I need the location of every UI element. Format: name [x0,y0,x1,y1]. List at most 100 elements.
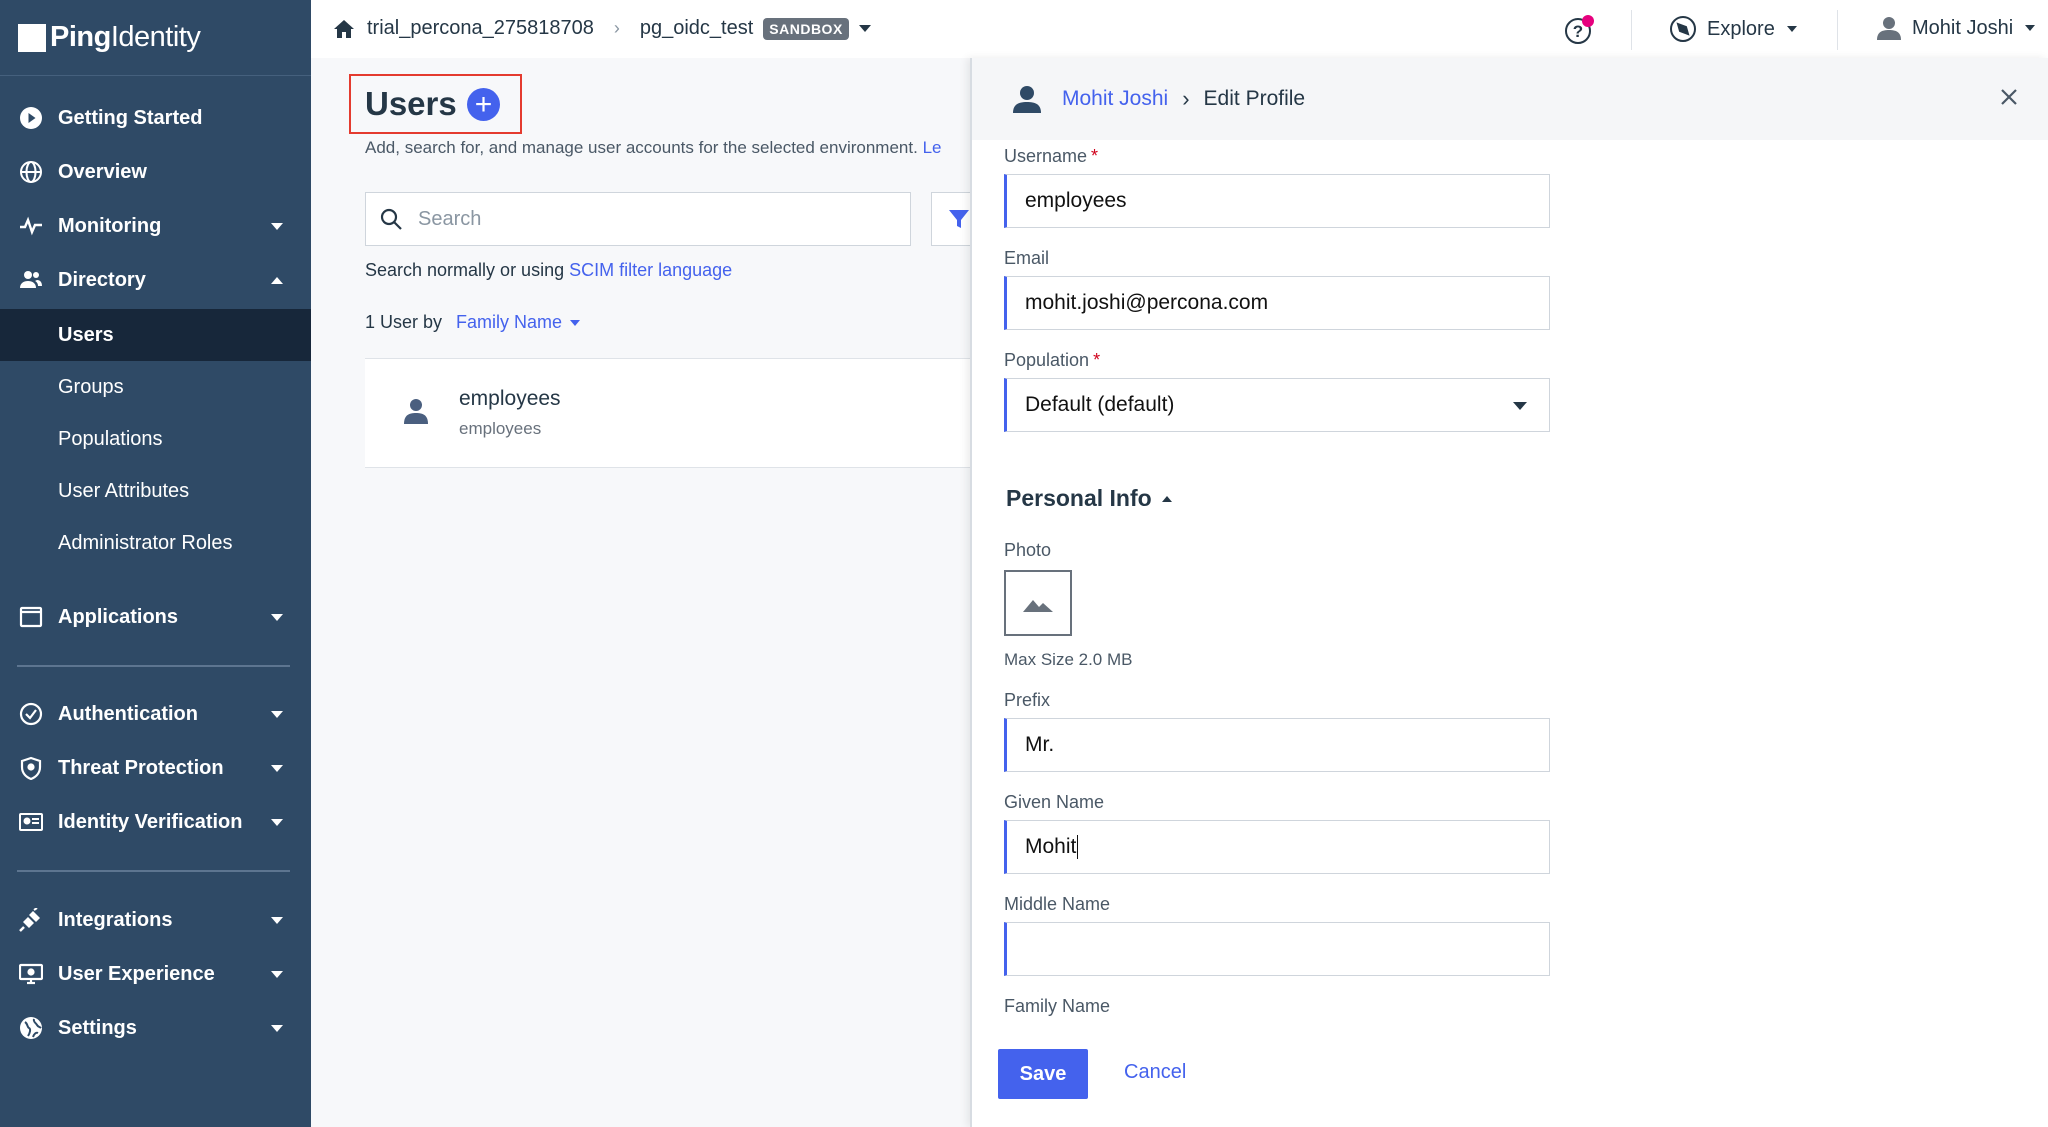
field-value: employees [1025,189,1127,212]
user-icon [1876,15,1902,41]
nav-user-experience[interactable]: User Experience [0,947,311,1001]
learn-more-link[interactable]: Le [923,138,942,157]
section-title: Personal Info [1006,485,1152,511]
chevron-down-icon[interactable] [858,25,871,32]
chevron-down-icon [271,917,283,924]
middle-name-field[interactable] [1004,922,1550,976]
nav-users[interactable]: Users [0,309,311,361]
nav-integrations[interactable]: Integrations [0,893,311,947]
chevron-right-icon: › [1182,86,1190,111]
help-button[interactable]: ? [1564,15,1594,45]
user-count: 1 User by Family Name [365,312,581,333]
panel-header: Mohit Joshi › Edit Profile [972,58,2048,140]
prefix-label: Prefix [1004,690,1050,711]
search-help-text: Search normally or using [365,260,565,280]
nav-label: Authentication [58,702,198,725]
chevron-down-icon [1513,402,1527,410]
svg-text:?: ? [1573,22,1583,41]
logo-text-regular: Identity [110,21,201,53]
nav-getting-started[interactable]: Getting Started [0,91,311,145]
search-icon [380,208,402,230]
nav-settings[interactable]: Settings [0,1001,311,1055]
nav-label: Users [58,323,114,346]
nav-label: Applications [58,605,179,628]
pulse-icon [18,213,44,239]
text-cursor [1077,835,1079,859]
explore-menu[interactable]: Explore [1669,15,1797,43]
environment-breadcrumb[interactable]: trial_percona_275818708 › pg_oidc_test S… [333,17,871,40]
scim-filter-link[interactable]: SCIM filter language [569,260,732,280]
label-text: Population [1004,350,1090,370]
search-input[interactable]: Search [365,192,911,246]
app-name[interactable]: pg_oidc_test [640,17,753,40]
label-text: Given Name [1004,792,1105,812]
logo-mark [18,23,46,52]
chevron-down-icon [271,971,283,978]
add-user-button[interactable]: + [467,88,500,121]
chevron-up-icon [271,277,283,284]
globe-settings-icon [18,1015,44,1041]
chevron-down-icon [2025,25,2036,31]
field-value: Mohit [1025,835,1077,858]
nav-populations[interactable]: Populations [0,413,311,465]
compass-icon [1669,15,1697,43]
given-name-field[interactable]: Mohit [1004,820,1550,874]
globe-icon [18,159,44,185]
nav-label: User Experience [58,962,215,985]
ping-identity-logo[interactable]: PingIdentity [0,0,311,76]
user-list-item[interactable]: employees employees [365,358,985,468]
close-button[interactable] [1994,82,2024,112]
nav-identity-verification[interactable]: Identity Verification [0,795,311,849]
nav-authentication[interactable]: Authentication [0,687,311,741]
breadcrumb-user-link[interactable]: Mohit Joshi [1062,87,1168,111]
nav-applications[interactable]: Applications [0,590,311,644]
users-icon [18,267,44,293]
photo-max-size: Max Size 2.0 MB [1004,650,1133,669]
cancel-button[interactable]: Cancel [1124,1061,1186,1084]
nav-label: Overview [58,160,147,183]
user-menu[interactable]: Mohit Joshi [1876,15,2036,41]
sidebar-divider [17,870,290,872]
environment-name[interactable]: trial_percona_275818708 [367,17,594,40]
nav-label: User Attributes [58,479,190,502]
nav-label: Directory [58,268,146,291]
edit-profile-panel: Mohit Joshi › Edit Profile Username * emp… [970,58,2048,1127]
nav-groups[interactable]: Groups [0,361,311,413]
personal-info-toggle[interactable]: Personal Info [1006,485,1172,512]
top-separator [1837,10,1838,50]
nav-threat-protection[interactable]: Threat Protection [0,741,311,795]
nav-user-attributes[interactable]: User Attributes [0,465,311,517]
nav-label: Administrator Roles [58,531,233,554]
play-circle-icon [18,105,44,131]
user-count-label: 1 User by [365,312,443,332]
search-help: Search normally or using SCIM filter lan… [365,260,732,281]
middle-name-label: Middle Name [1004,894,1110,915]
chevron-down-icon [570,319,581,326]
label-text: Photo [1004,540,1052,560]
field-value: Default (default) [1025,393,1175,416]
username-field[interactable]: employees [1004,174,1550,228]
email-field[interactable]: mohit.joshi@percona.com [1004,276,1550,330]
nav-directory[interactable]: Directory [0,253,311,307]
sort-by-label: Family Name [456,312,563,332]
home-icon[interactable] [333,19,355,39]
explore-label: Explore [1707,17,1775,40]
sort-by-dropdown[interactable]: Family Name [456,312,581,333]
nav-label: Groups [58,375,124,398]
save-button[interactable]: Save [998,1049,1088,1099]
chevron-down-icon [271,765,283,772]
chevron-down-icon [271,819,283,826]
nav-administrator-roles[interactable]: Administrator Roles [0,517,311,569]
window-icon [18,604,44,630]
prefix-field[interactable]: Mr. [1004,718,1550,772]
cancel-label: Cancel [1124,1061,1187,1083]
username-label: Username * [1004,146,1098,167]
nav-monitoring[interactable]: Monitoring [0,199,311,253]
population-select[interactable]: Default (default) [1004,378,1550,432]
label-text: Family Name [1004,996,1111,1016]
nav-overview[interactable]: Overview [0,145,311,199]
close-icon [2001,89,2017,105]
photo-upload[interactable] [1004,570,1072,636]
user-icon [403,397,429,430]
nav-label: Settings [58,1016,137,1039]
